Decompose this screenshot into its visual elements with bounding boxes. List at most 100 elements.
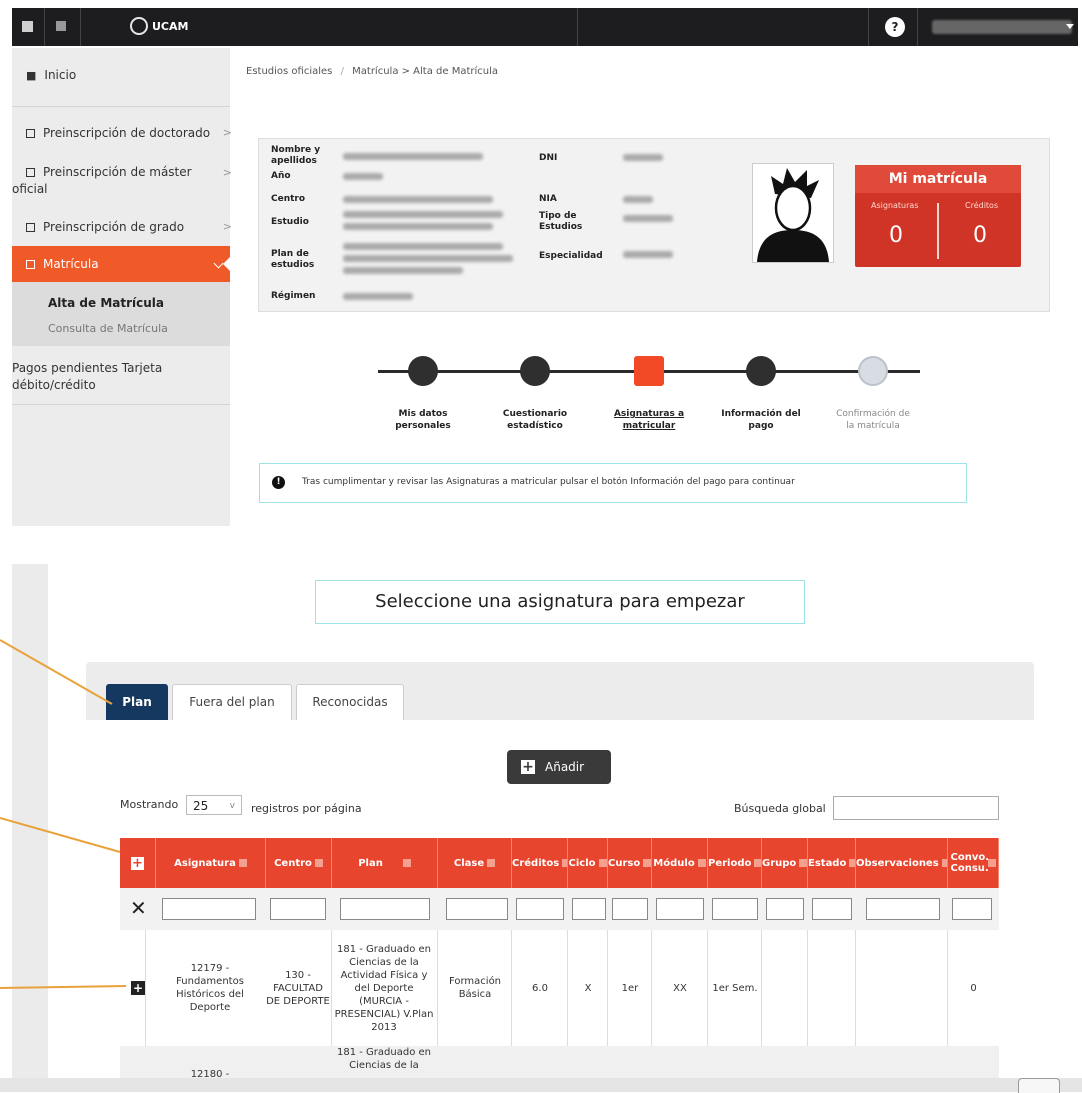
user-menu[interactable] (932, 20, 1072, 34)
value-tipo (623, 215, 673, 222)
col-creditos[interactable]: Créditos (512, 838, 568, 888)
sidebar-item-matricula[interactable]: Matrícula (12, 246, 231, 282)
col-asignatura[interactable]: Asignatura (156, 838, 266, 888)
expand-row-icon[interactable]: + (131, 981, 145, 995)
filter-convo[interactable] (952, 898, 992, 920)
value-estudio-cont (343, 223, 493, 230)
col-observaciones[interactable]: Observaciones (856, 838, 948, 888)
cell-ciclo: X (584, 982, 592, 994)
asignaturas-label: Asignaturas (871, 201, 919, 210)
col-plan[interactable]: Plan (332, 838, 438, 888)
tab-fuera-del-plan[interactable]: Fuera del plan (172, 684, 292, 721)
square-icon (26, 223, 35, 232)
sidebar-item-preinscripcion-doctorado[interactable]: Preinscripción de doctorado > (12, 126, 244, 140)
value-ano (343, 173, 383, 180)
value-regimen (343, 293, 413, 300)
filter-ciclo[interactable] (572, 898, 606, 920)
page-size-select[interactable]: 25 v (186, 795, 242, 815)
cell-convo: 0 (970, 982, 977, 994)
value-plan-cont (343, 255, 513, 262)
filter-estado[interactable] (812, 898, 852, 920)
filter-periodo[interactable] (712, 898, 758, 920)
menu-toggle-icon[interactable] (22, 21, 33, 32)
value-centro (343, 196, 493, 203)
filter-centro[interactable] (270, 898, 326, 920)
logo-text: UCAM (152, 19, 189, 33)
apps-grid-icon[interactable] (56, 21, 66, 31)
cell-grupo (762, 930, 808, 1046)
tab-reconocidas[interactable]: Reconocidas (296, 684, 404, 721)
filter-asignatura[interactable] (162, 898, 256, 920)
user-menu-caret-icon[interactable] (1066, 24, 1074, 29)
step-3-dot-current[interactable] (634, 356, 664, 386)
global-search-label: Búsqueda global (734, 802, 826, 815)
sidebar: ■ Inicio Preinscripción de doctorado > Pr… (12, 48, 232, 526)
breadcrumb-path: Matrícula > Alta de Matrícula (352, 66, 499, 77)
chevron-down-icon (213, 258, 224, 269)
col-convo[interactable]: Convo. Consu. (948, 838, 999, 888)
ucam-seal-icon (130, 17, 148, 35)
step-1-dot[interactable] (408, 356, 438, 386)
label-dni: DNI (539, 153, 558, 163)
filter-modulo[interactable] (656, 898, 704, 920)
filter-grupo[interactable] (766, 898, 804, 920)
ucam-logo[interactable]: UCAM (130, 17, 188, 35)
sidebar-item-pagos-pendientes[interactable]: Pagos pendientes Tarjeta débito/crédito (12, 360, 230, 394)
creditos-count: 0 (973, 223, 987, 248)
student-avatar (752, 163, 834, 263)
sidebar-item-label: Preinscripción de máster (43, 165, 192, 179)
square-icon (26, 129, 35, 138)
global-search-input[interactable] (833, 796, 999, 820)
col-modulo[interactable]: Módulo (652, 838, 708, 888)
col-curso[interactable]: Curso (608, 838, 652, 888)
cell-curso: 1er (621, 982, 639, 994)
table-row[interactable]: + 12179 - Fundamentos Históricos del Dep… (120, 930, 999, 1046)
label-plan: Plan de (271, 249, 309, 259)
help-icon[interactable]: ? (885, 17, 905, 37)
col-clase[interactable]: Clase (438, 838, 512, 888)
sidebar-item-label: Preinscripción de grado (43, 220, 185, 234)
filter-curso[interactable] (612, 898, 648, 920)
add-button[interactable]: + Añadir (507, 750, 611, 784)
label-nia: NIA (539, 194, 557, 204)
col-ciclo[interactable]: Ciclo (568, 838, 608, 888)
col-periodo[interactable]: Periodo (708, 838, 762, 888)
filter-clase[interactable] (446, 898, 508, 920)
page-size-value: 25 (193, 799, 209, 813)
sidebar-item-inicio[interactable]: ■ Inicio (12, 68, 244, 82)
filter-plan[interactable] (340, 898, 430, 920)
step-5-label: Confirmación de la matrícula (836, 409, 910, 431)
alert-text: Tras cumplimentar y revisar las Asignatu… (302, 477, 795, 487)
avatar-silhouette-icon (757, 168, 829, 262)
value-especialidad (623, 251, 673, 258)
step-4-dot[interactable] (746, 356, 776, 386)
filter-creditos[interactable] (516, 898, 564, 920)
breadcrumb: Estudios oficiales / Matrícula > Alta de… (246, 66, 498, 77)
label-especialidad: Especialidad (539, 251, 603, 261)
clear-filters-icon[interactable]: ✕ (130, 896, 147, 920)
select-subject-title: Seleccione una asignatura para empezar (315, 580, 805, 624)
bottom-bar (0, 1078, 1082, 1092)
breadcrumb-root[interactable]: Estudios oficiales (246, 66, 332, 77)
records-per-page-label: registros por página (251, 802, 362, 815)
label-tipo-cont: Estudios (539, 222, 583, 232)
label-tipo: Tipo de (539, 211, 577, 221)
col-centro[interactable]: Centro (266, 838, 332, 888)
submenu-consulta-matricula[interactable]: Consulta de Matrícula (48, 322, 168, 335)
label-ano: Año (271, 171, 291, 181)
square-icon (26, 168, 35, 177)
cell-clase: Formación Básica (448, 976, 502, 1000)
submenu-alta-matricula[interactable]: Alta de Matrícula (48, 296, 164, 310)
sidebar-item-preinscripcion-grado[interactable]: Preinscripción de grado > (12, 220, 244, 234)
col-grupo[interactable]: Grupo (762, 838, 808, 888)
chevron-right-icon: > (222, 126, 232, 139)
label-estudio: Estudio (271, 217, 309, 227)
filter-observaciones[interactable] (866, 898, 940, 920)
col-estado[interactable]: Estado (808, 838, 856, 888)
sidebar-item-preinscripcion-master[interactable]: Preinscripción de máster > oficial (12, 164, 244, 198)
asignaturas-count: 0 (889, 223, 903, 248)
value-dni (623, 154, 663, 161)
step-2-dot[interactable] (520, 356, 550, 386)
scroll-top-button[interactable] (1018, 1078, 1060, 1093)
step-5-dot (858, 356, 888, 386)
